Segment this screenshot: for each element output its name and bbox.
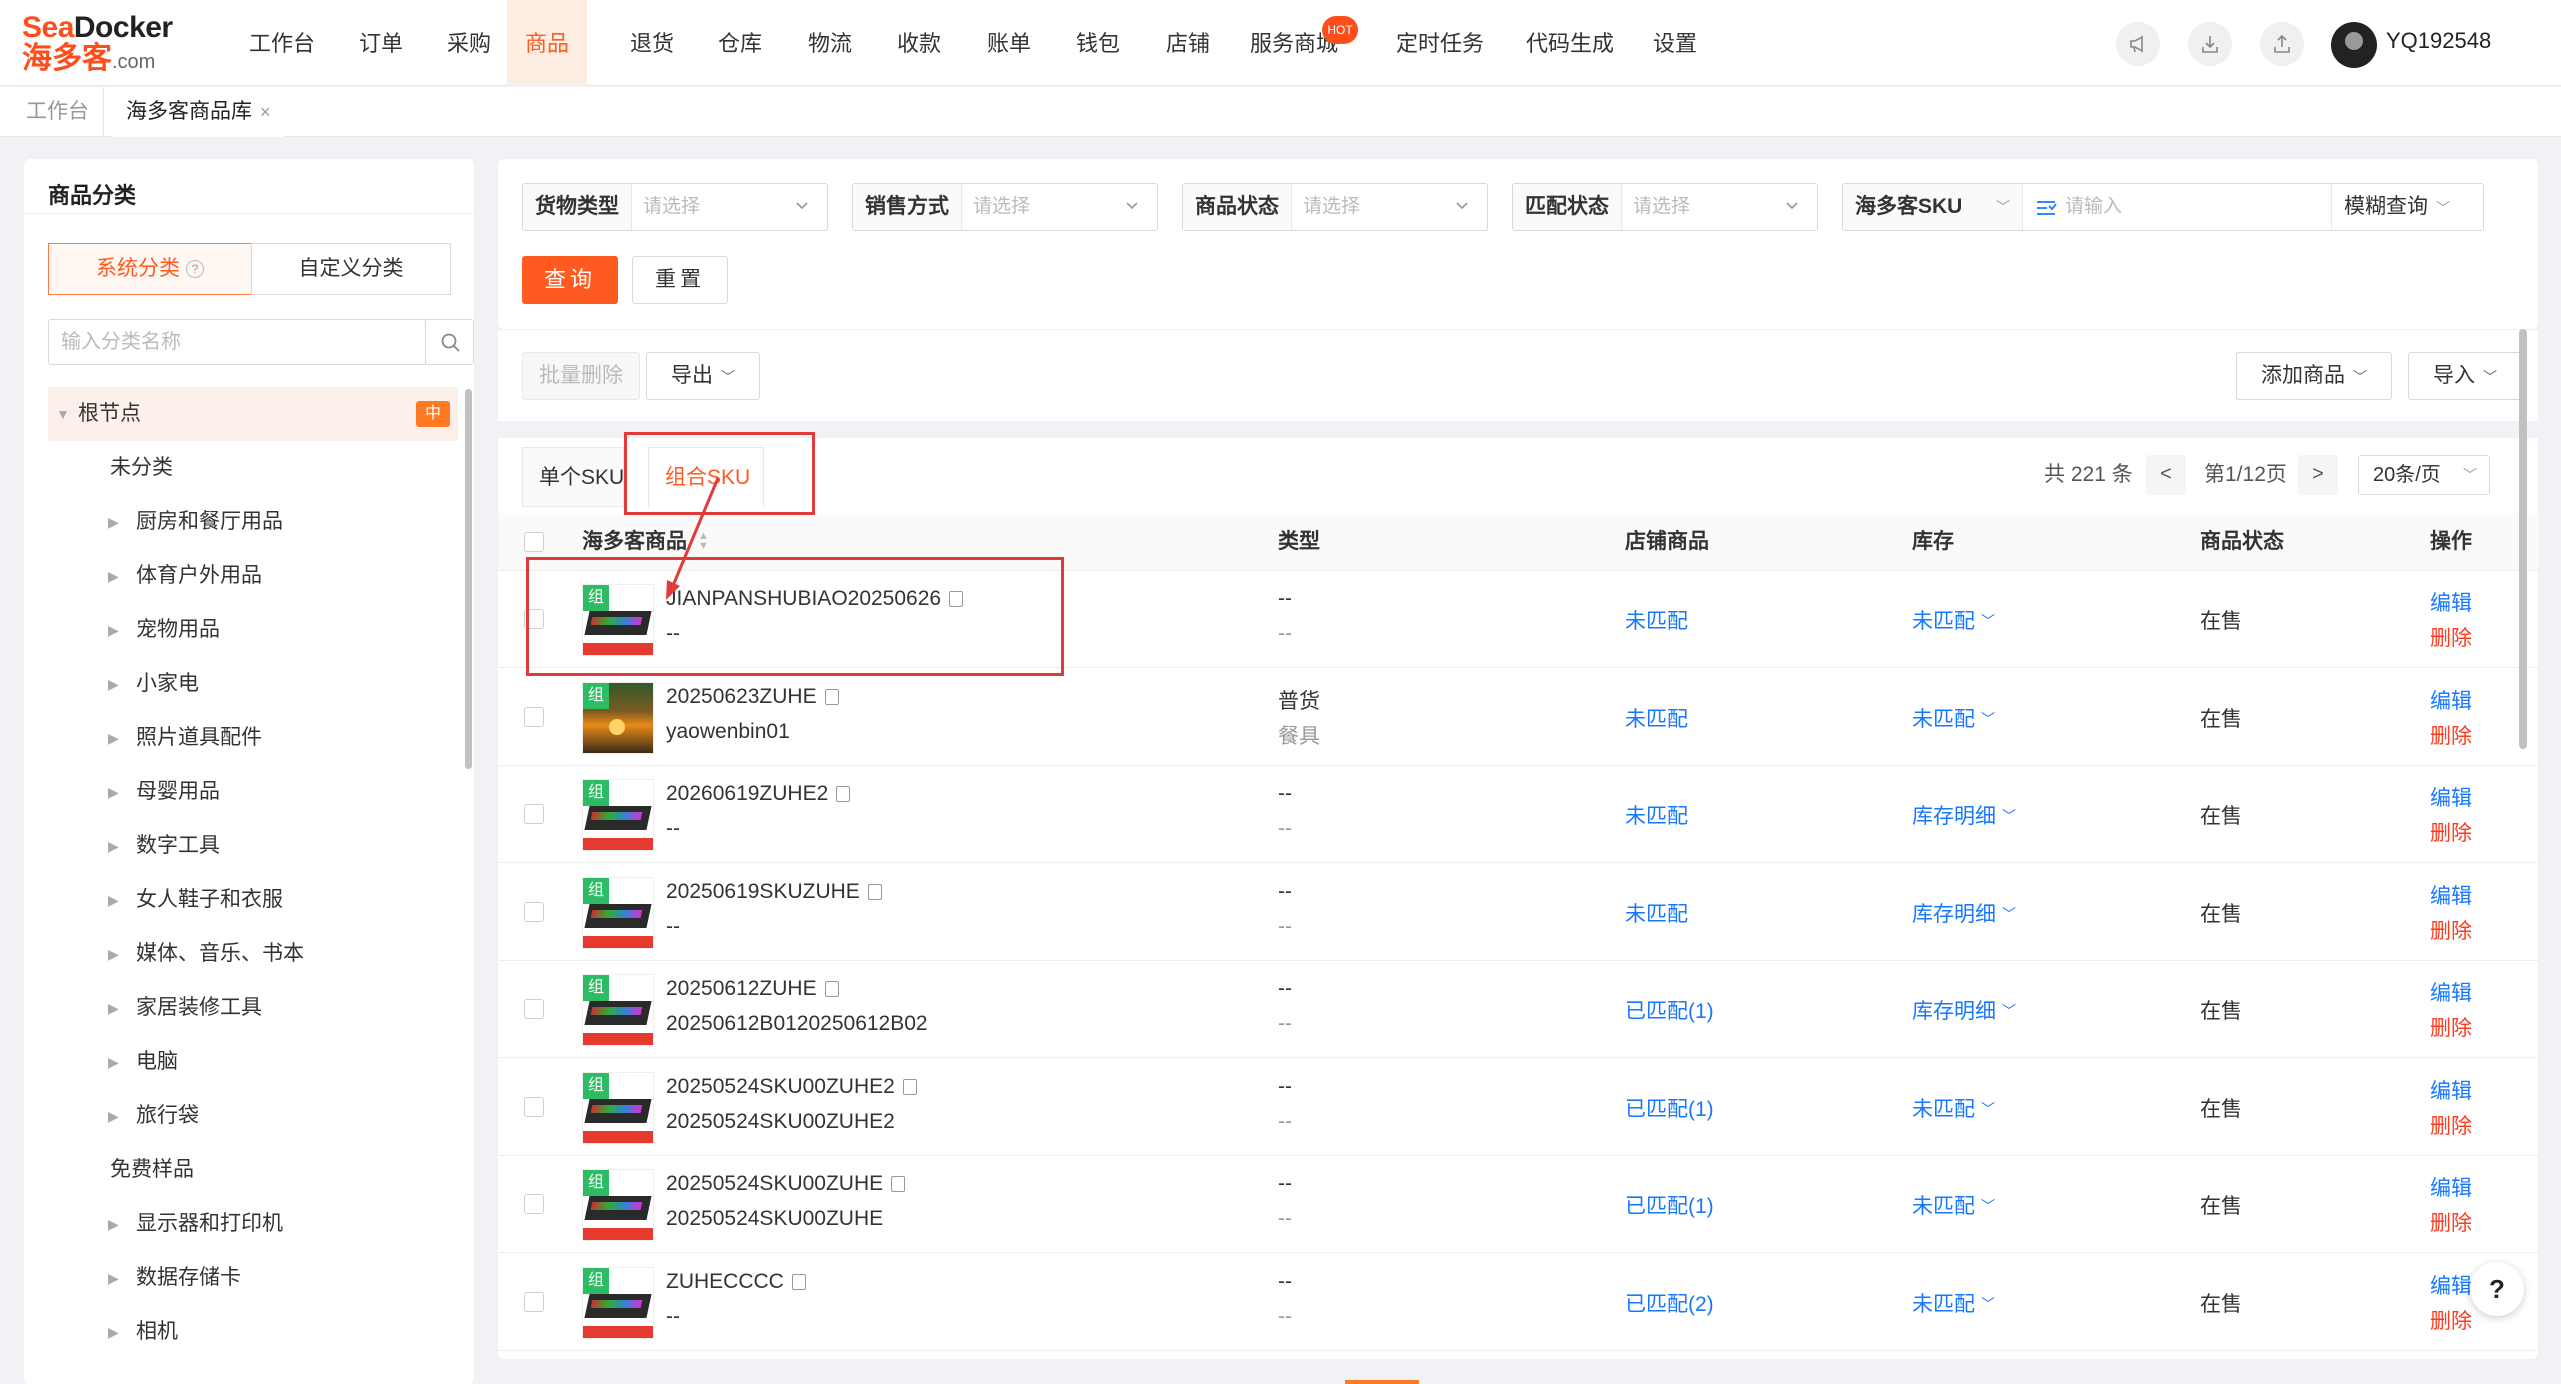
divider <box>1345 1380 1419 1384</box>
annotation-arrow <box>666 477 720 600</box>
help-button[interactable]: ? <box>2470 1262 2524 1316</box>
